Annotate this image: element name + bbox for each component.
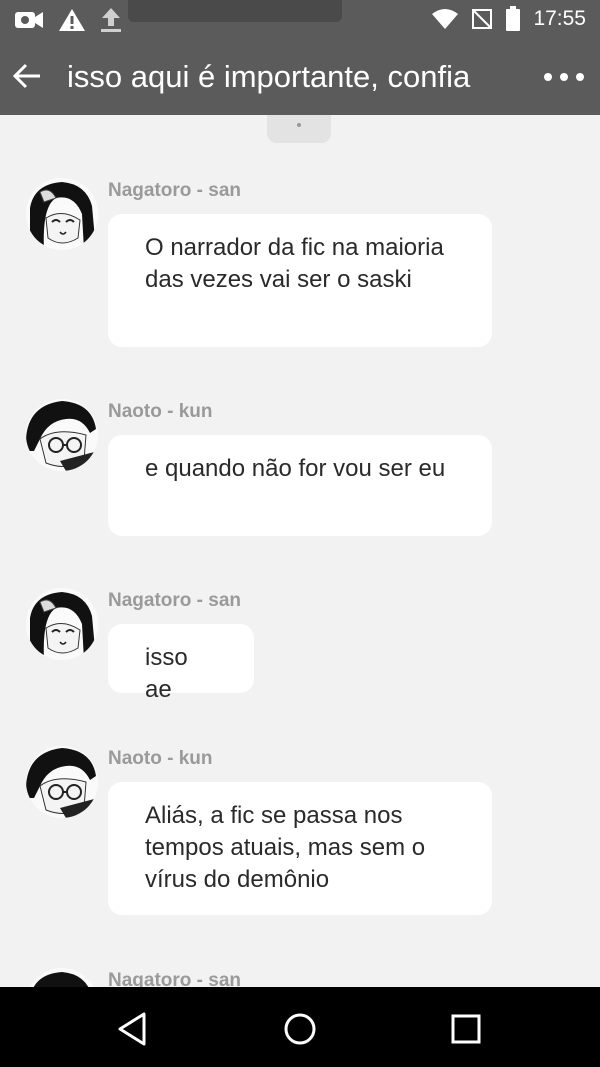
avatar-nagatoro-image bbox=[26, 178, 98, 250]
message-author[interactable]: Naoto - kun bbox=[108, 748, 213, 770]
recents-square-icon[interactable] bbox=[446, 1009, 486, 1049]
system-nav-bar bbox=[0, 987, 600, 1067]
notification-pill bbox=[128, 0, 342, 22]
back-triangle-icon[interactable] bbox=[114, 1009, 154, 1049]
avatar-nagatoro-image bbox=[26, 588, 98, 660]
avatar-naoto-image bbox=[26, 746, 98, 818]
wifi-icon bbox=[432, 9, 459, 29]
upload-icon bbox=[101, 8, 121, 32]
video-camera-icon bbox=[15, 12, 43, 28]
message-author[interactable]: Nagatoro - san bbox=[108, 180, 241, 202]
battery-icon bbox=[506, 6, 521, 31]
avatar-naoto-image bbox=[26, 399, 98, 471]
message-bubble[interactable]: Aliás, a fic se passa nos tempos atuais,… bbox=[108, 782, 492, 915]
status-bar: 17:55 bbox=[0, 0, 600, 40]
avatar-nagatoro[interactable] bbox=[26, 178, 98, 250]
status-time: 17:55 bbox=[533, 7, 586, 30]
message-author[interactable]: Naoto - kun bbox=[108, 401, 213, 423]
more-horizontal-icon[interactable] bbox=[540, 65, 588, 89]
message-author[interactable]: Nagatoro - san bbox=[108, 590, 241, 612]
avatar-naoto[interactable] bbox=[26, 746, 98, 818]
warning-icon bbox=[59, 9, 85, 31]
status-right-icons: 17:55 bbox=[431, 6, 586, 32]
message-bubble[interactable]: O narrador da fic na maioria das vezes v… bbox=[108, 214, 492, 347]
home-circle-icon[interactable] bbox=[280, 1009, 320, 1049]
chat-header: isso aqui é importante, confia bbox=[0, 40, 600, 115]
avatar-nagatoro[interactable] bbox=[26, 588, 98, 660]
arrow-left-icon[interactable] bbox=[10, 58, 46, 94]
message-bubble[interactable]: isso ae bbox=[108, 624, 254, 703]
load-older-tab[interactable] bbox=[267, 115, 331, 143]
status-left-icons bbox=[14, 7, 122, 33]
chat-title: isso aqui é importante, confia bbox=[67, 59, 471, 94]
message-bubble[interactable]: e quando não for vou ser eu bbox=[108, 435, 492, 536]
no-sim-icon bbox=[472, 9, 493, 29]
avatar-naoto[interactable] bbox=[26, 399, 98, 471]
load-older-dot bbox=[297, 123, 301, 127]
